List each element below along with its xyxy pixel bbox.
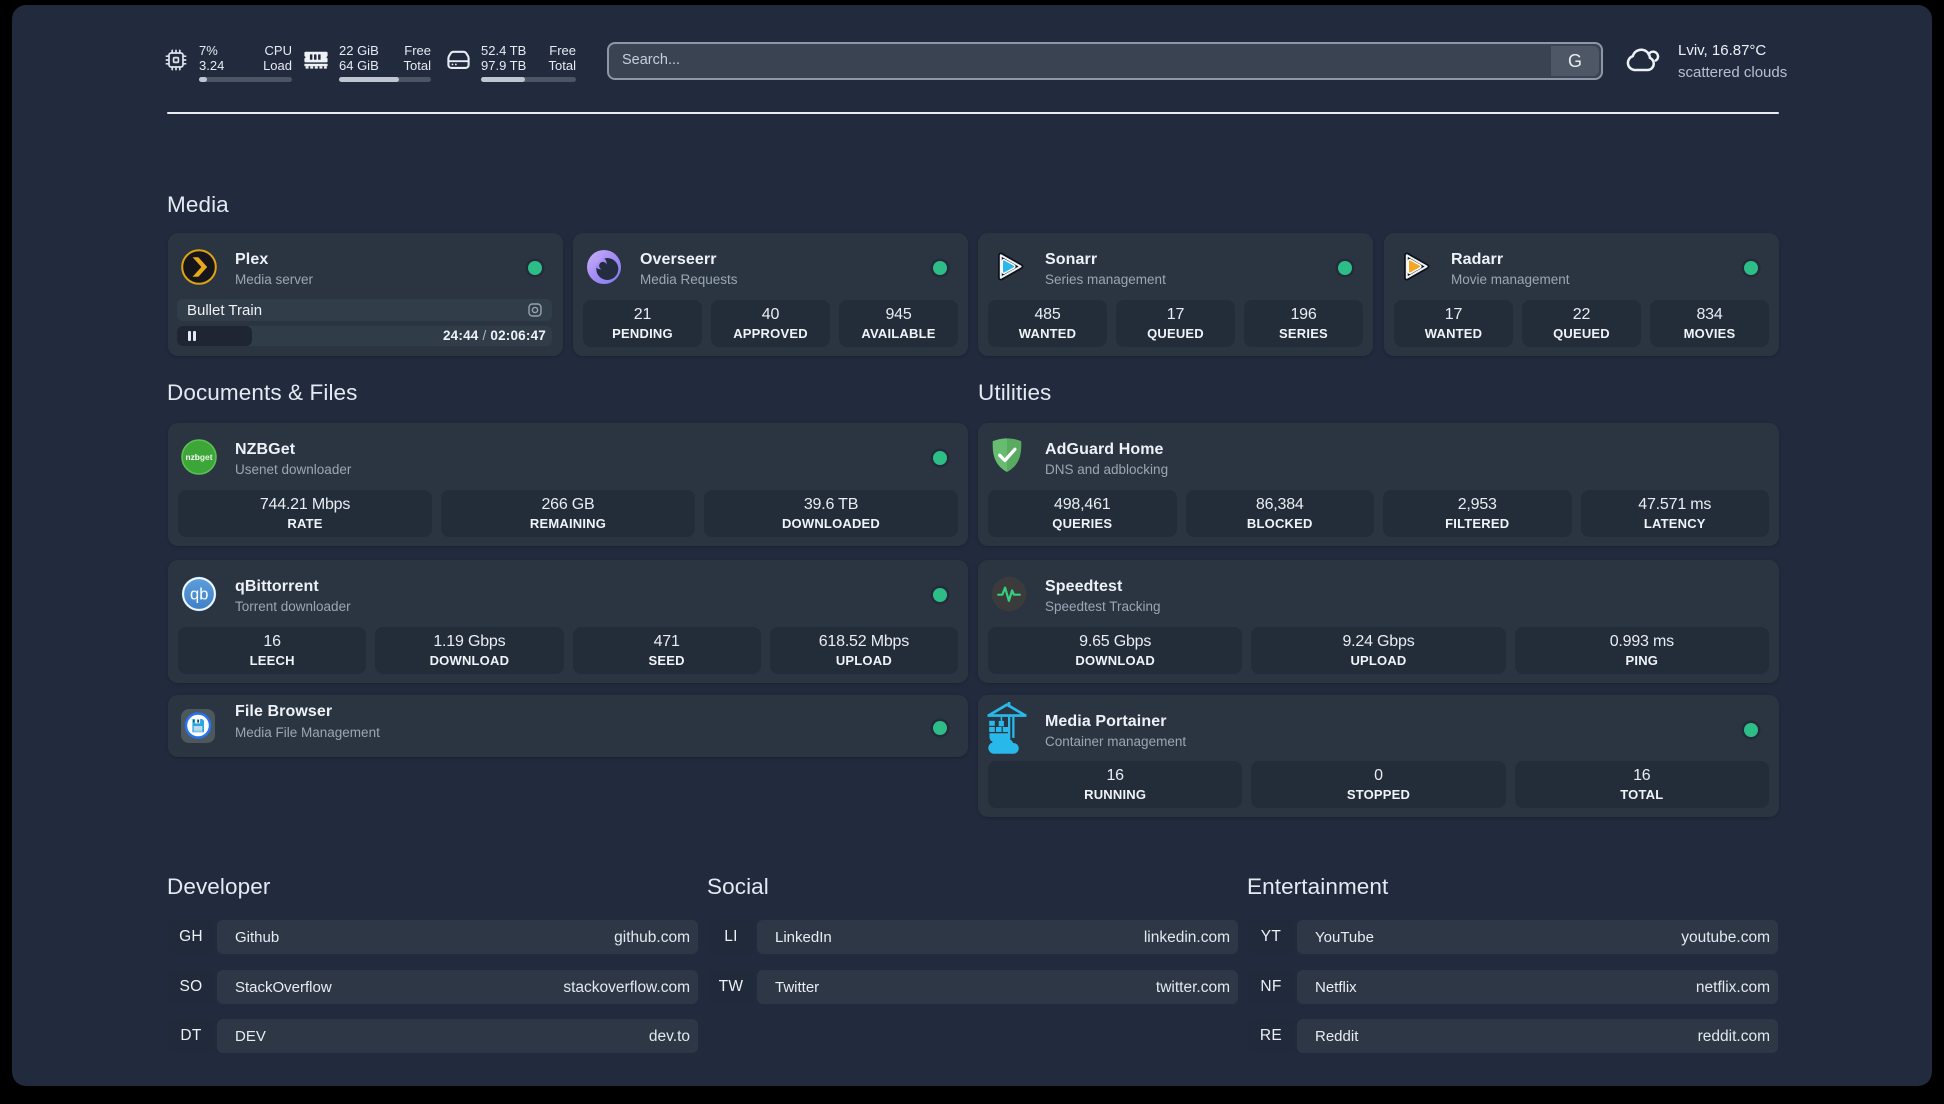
svg-text:nzbget: nzbget	[186, 452, 213, 462]
svg-text:qb: qb	[190, 586, 208, 604]
